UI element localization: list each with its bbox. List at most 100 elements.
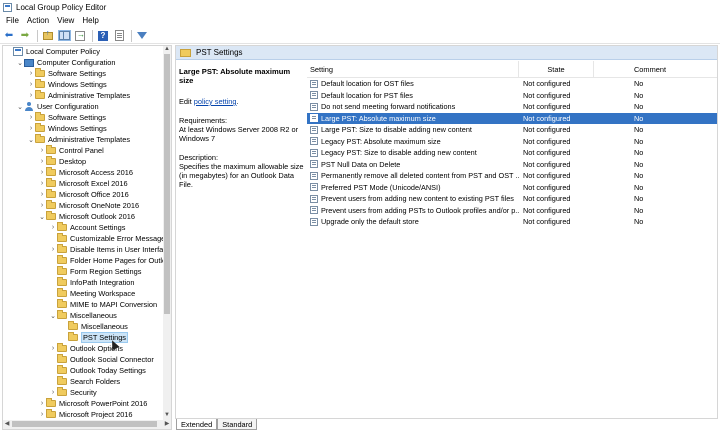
tree-node[interactable]: › Control Panel (3, 145, 163, 156)
chevron-right-icon[interactable]: › (27, 125, 35, 132)
tree-node[interactable]: › Microsoft OneNote 2016 (3, 200, 163, 211)
table-row[interactable]: Prevent users from adding PSTs to Outloo… (307, 205, 717, 217)
tree-node[interactable]: Search Folders (3, 376, 163, 387)
scroll-up-icon[interactable]: ▲ (163, 46, 171, 54)
chevron-right-icon[interactable]: › (27, 92, 35, 99)
tab-standard[interactable]: Standard (217, 419, 258, 430)
table-row[interactable]: Upgrade only the default store Not config… (307, 216, 717, 228)
scroll-thumb[interactable] (12, 421, 157, 427)
scroll-thumb[interactable] (164, 54, 170, 314)
tree-node[interactable]: › Outlook Options (3, 343, 163, 354)
tree-node[interactable]: Form Region Settings (3, 266, 163, 277)
chevron-right-icon[interactable]: › (38, 191, 46, 198)
chevron-right-icon[interactable]: › (38, 169, 46, 176)
tree-node[interactable]: › Software Settings (3, 68, 163, 79)
tree-node[interactable]: › Microsoft Office 2016 (3, 189, 163, 200)
tree-node[interactable]: Miscellaneous (3, 321, 163, 332)
chevron-right-icon[interactable]: › (27, 70, 35, 77)
menu-help[interactable]: Help (78, 16, 102, 25)
tree-node[interactable]: ⌄ User Configuration (3, 101, 163, 112)
chevron-right-icon[interactable]: › (49, 345, 57, 352)
column-header-comment[interactable]: Comment (594, 61, 706, 77)
scroll-right-icon[interactable]: ▶ (163, 420, 171, 429)
back-button[interactable]: ⬅ (2, 29, 16, 43)
tree-node[interactable]: Local Computer Policy (3, 46, 163, 57)
tree-node[interactable]: InfoPath Integration (3, 277, 163, 288)
chevron-down-icon[interactable]: ⌄ (16, 59, 24, 67)
tree-node[interactable]: › Microsoft Access 2016 (3, 167, 163, 178)
export-list-button[interactable] (73, 29, 87, 43)
tree-node[interactable]: Folder Home Pages for Outloo (3, 255, 170, 266)
chevron-right-icon[interactable]: › (38, 400, 46, 407)
table-row[interactable]: Default location for PST files Not config… (307, 90, 717, 102)
tree-node[interactable]: Outlook Today Settings (3, 365, 163, 376)
tree-node[interactable]: ⌄ Computer Configuration (3, 57, 163, 68)
help-button[interactable]: ? (96, 29, 110, 43)
table-row[interactable]: Permanently remove all deleted content f… (307, 170, 717, 182)
menu-view[interactable]: View (53, 16, 78, 25)
tab-extended[interactable]: Extended (176, 419, 218, 430)
tree-node-label: Search Folders (70, 377, 121, 386)
tree-node[interactable]: › Software Settings (3, 112, 163, 123)
edit-policy-setting-link[interactable]: policy setting (194, 97, 237, 106)
chevron-right-icon[interactable]: › (38, 180, 46, 187)
tree-node[interactable]: › Desktop (3, 156, 163, 167)
forward-button[interactable]: ➡ (18, 29, 32, 43)
chevron-right-icon[interactable]: › (38, 202, 46, 209)
scroll-left-icon[interactable]: ◀ (3, 420, 11, 429)
table-row[interactable]: Prevent users from adding new content to… (307, 193, 717, 205)
chevron-right-icon[interactable]: › (27, 114, 35, 121)
chevron-right-icon[interactable]: › (38, 158, 46, 165)
chevron-right-icon[interactable]: › (38, 147, 46, 154)
tree-node[interactable]: › Security (3, 387, 163, 398)
menu-file[interactable]: File (2, 16, 23, 25)
tree-vertical-scrollbar[interactable]: ▲ ▼ (163, 46, 171, 420)
tree-node[interactable]: Customizable Error Messages (3, 233, 169, 244)
tree-node[interactable]: Meeting Workspace (3, 288, 163, 299)
tree-node[interactable]: ⌄ Microsoft Outlook 2016 (3, 211, 163, 222)
state-cell: Not configured (523, 182, 571, 192)
tree-node[interactable]: › Microsoft Excel 2016 (3, 178, 163, 189)
tree-node[interactable]: › Administrative Templates (3, 90, 163, 101)
chevron-down-icon[interactable]: ⌄ (49, 312, 57, 320)
table-row[interactable]: Legacy PST: Size to disable adding new c… (307, 147, 717, 159)
chevron-right-icon[interactable]: › (27, 81, 35, 88)
table-row[interactable]: Legacy PST: Absolute maximum size Not con… (307, 136, 717, 148)
filter-button[interactable] (135, 29, 149, 43)
table-row[interactable]: PST Null Data on Delete Not configured No (307, 159, 717, 171)
tree-node[interactable]: › Microsoft PowerPoint 2016 (3, 398, 163, 409)
chevron-down-icon[interactable]: ⌄ (27, 136, 35, 144)
table-row[interactable]: Default location for OST files Not config… (307, 78, 717, 90)
chevron-down-icon[interactable]: ⌄ (38, 213, 46, 221)
tree-node[interactable]: › Windows Settings (3, 79, 163, 90)
chevron-down-icon[interactable]: ⌄ (16, 103, 24, 111)
column-header-state[interactable]: State (519, 61, 594, 77)
tree-node[interactable]: PST Settings (3, 332, 163, 343)
tree-node[interactable]: ⌄ Administrative Templates (3, 134, 163, 145)
table-row[interactable]: Do not send meeting forward notification… (307, 101, 717, 113)
table-row[interactable]: Large PST: Absolute maximum size Not conf… (307, 112, 717, 124)
tree-node[interactable]: ⌄ Miscellaneous (3, 310, 163, 321)
tree-node[interactable]: MIME to MAPI Conversion (3, 299, 163, 310)
chevron-right-icon[interactable]: › (49, 389, 57, 396)
tree-horizontal-scrollbar[interactable]: ◀ ▶ (3, 420, 171, 429)
setting-cell: Large PST: Size to disable adding new co… (307, 125, 519, 134)
tree-node[interactable]: › Disable Items in User Interface (3, 244, 171, 255)
policy-setting-icon (310, 114, 318, 123)
chevron-right-icon[interactable]: › (49, 246, 57, 253)
up-one-level-button[interactable] (41, 29, 55, 43)
chevron-right-icon[interactable]: › (49, 224, 57, 231)
menu-action[interactable]: Action (23, 16, 53, 25)
show-hide-tree-button[interactable] (57, 29, 71, 43)
properties-button[interactable] (112, 29, 126, 43)
table-row[interactable]: Large PST: Size to disable adding new co… (307, 124, 717, 136)
table-row[interactable]: Preferred PST Mode (Unicode/ANSI) Not con… (307, 182, 717, 194)
column-header-setting[interactable]: Setting (307, 61, 519, 77)
tree-node[interactable]: › Microsoft Project 2016 (3, 409, 163, 420)
tree-node[interactable]: › Account Settings (3, 222, 163, 233)
scroll-down-icon[interactable]: ▼ (163, 412, 171, 420)
tree-node[interactable]: › Windows Settings (3, 123, 163, 134)
tree-node[interactable]: Outlook Social Connector (3, 354, 163, 365)
folder-icon (35, 68, 45, 77)
chevron-right-icon[interactable]: › (38, 411, 46, 418)
